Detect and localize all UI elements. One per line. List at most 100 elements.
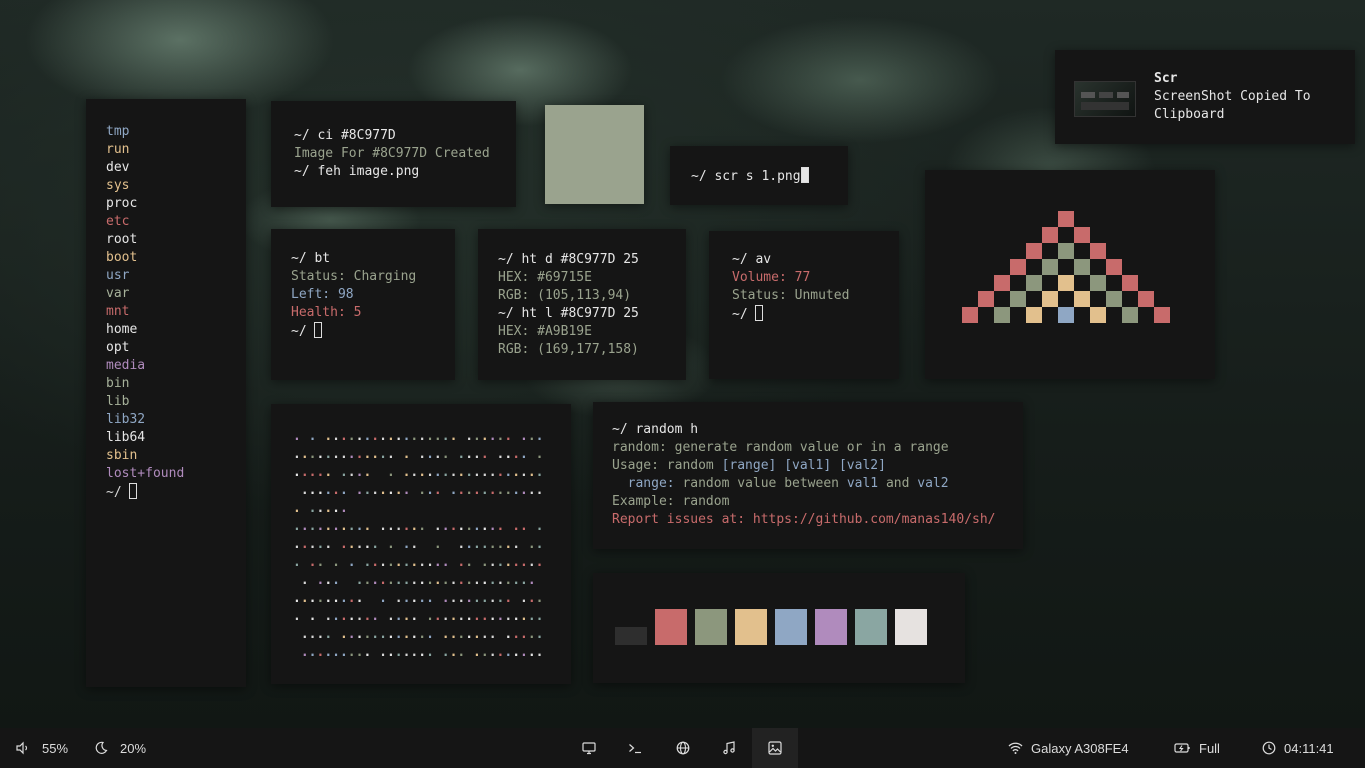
pixel [1026, 307, 1042, 323]
av-volume: Volume: 77 [732, 270, 811, 285]
notification-thumbnail [1074, 81, 1136, 117]
pixel [1106, 291, 1122, 307]
pixel-pyramid-art [962, 211, 1170, 339]
dot-row: . ..... [293, 501, 348, 516]
image-icon [768, 741, 782, 755]
directory-entry: lib32 [106, 412, 146, 427]
directory-entry: sbin [106, 448, 138, 463]
scr-command: ~/ scr s 1.png [691, 167, 827, 186]
dot-row: ..... .... . .................. [293, 465, 544, 480]
terminal-directory-list[interactable]: tmp run dev sys proc etc root boot usr var mnt home… [86, 99, 246, 687]
random-example: Example: random [612, 494, 730, 509]
dot-row: ..... ..... . .. . ........ .. [293, 537, 544, 552]
pixel [1074, 259, 1090, 275]
pixel [1026, 243, 1042, 259]
terminal-cursor [800, 167, 809, 183]
directory-entry: dev [106, 160, 130, 175]
terminal-color-image[interactable]: ~/ ci #8C977D Image For #8C977D Created … [271, 101, 516, 207]
pixel [1074, 291, 1090, 307]
pixel [1010, 259, 1026, 275]
image-preview-window[interactable] [545, 105, 644, 204]
brightness-value: 20% [120, 740, 147, 756]
terminal-color-palette[interactable] [593, 573, 965, 683]
terminal-audio[interactable]: ~/ av Volume: 77 Status: Unmuted ~/ [709, 231, 899, 379]
terminal-hex-tool[interactable]: ~/ ht d #8C977D 25 HEX: #69715E RGB: (10… [478, 229, 686, 380]
colored-dots-art: . . ................. ...... ...........… [293, 428, 549, 662]
directory-entry: run [106, 142, 130, 157]
av-prompt: ~/ [732, 305, 876, 324]
battery-indicator[interactable]: Full [1174, 728, 1220, 768]
clock[interactable]: 04:11:41 [1262, 728, 1334, 768]
terminal-screenshot[interactable]: ~/ scr s 1.png [670, 146, 848, 205]
pixel [1058, 211, 1074, 227]
directory-entry: lost+found [106, 466, 185, 481]
directory-entry: root [106, 232, 138, 247]
pixel [1042, 259, 1058, 275]
dot-row: . . ....... .... ............... [293, 609, 544, 624]
workspace-2[interactable] [612, 728, 658, 768]
notification-title: Scr [1154, 71, 1178, 86]
bt-left: Left: 98 [291, 287, 354, 302]
music-icon [722, 741, 736, 755]
pixel [1122, 307, 1138, 323]
terminal-dots-art[interactable]: . . ................. ...... ...........… [271, 404, 571, 684]
pixel [994, 307, 1010, 323]
palette-swatch [815, 609, 847, 645]
ht-dark-hex: HEX: #69715E [498, 270, 592, 285]
dot-row: . ... ....................... [300, 573, 536, 588]
volume-indicator[interactable]: 55% [16, 728, 68, 768]
workspace-3[interactable] [660, 728, 706, 768]
screenshot-notification[interactable]: Scr ScreenShot Copied To Clipboard [1055, 50, 1355, 144]
directory-entry: usr [106, 268, 130, 283]
pixel [1058, 307, 1074, 323]
pixel [1058, 275, 1074, 291]
terminal-icon [628, 741, 642, 755]
directory-entry: lib [106, 394, 130, 409]
pixel [1138, 291, 1154, 307]
random-description: random: generate random value or in a ra… [612, 440, 949, 455]
notification-body-line1: ScreenShot Copied To [1154, 89, 1311, 104]
terminal-cursor [129, 483, 138, 499]
terminal-battery[interactable]: ~/ bt Status: Charging Left: 98 Health: … [271, 229, 455, 380]
workspace-1[interactable] [566, 728, 612, 768]
pixel [978, 291, 994, 307]
workspace-5[interactable] [752, 728, 798, 768]
terminal-pixel-art[interactable] [925, 170, 1215, 379]
dot-row: .... ............ ....... ..... [300, 627, 544, 642]
brightness-indicator[interactable]: 20% [94, 728, 146, 768]
directory-entry: boot [106, 250, 138, 265]
pixel [1090, 307, 1106, 323]
battery-charging-icon [1174, 741, 1191, 755]
palette-swatch [655, 609, 687, 645]
pixel [1042, 227, 1058, 243]
palette-swatch [615, 627, 647, 645]
pixel [1042, 291, 1058, 307]
palette-swatch [735, 609, 767, 645]
pixel [962, 307, 978, 323]
notification-body-line2: Clipboard [1154, 107, 1225, 122]
directory-entry: tmp [106, 124, 130, 139]
dirlist-prompt: ~/ [106, 483, 226, 502]
bt-health: Health: 5 [291, 305, 362, 320]
terminal-random-help[interactable]: ~/ random h random: generate random valu… [593, 402, 1023, 549]
wifi-indicator[interactable]: Galaxy A308FE4 [1008, 728, 1129, 768]
wifi-network-name: Galaxy A308FE4 [1031, 740, 1129, 756]
palette-swatch [855, 609, 887, 645]
pixel [1090, 275, 1106, 291]
directory-entry: var [106, 286, 130, 301]
dot-row: ......... ....... ... ......... [300, 645, 544, 660]
ht-dark-command: ~/ ht d #8C977D 25 [498, 252, 639, 267]
directory-entry: etc [106, 214, 130, 229]
pixel [1026, 275, 1042, 291]
dot-row: ......... . ..... ......... ... [293, 591, 544, 606]
ht-light-rgb: RGB: (169,177,158) [498, 342, 639, 357]
clock-time: 04:11:41 [1284, 740, 1334, 756]
workspace-4[interactable] [706, 728, 752, 768]
pixel [1154, 307, 1170, 323]
palette-swatch [775, 609, 807, 645]
pixel [1074, 227, 1090, 243]
ci-command: ~/ ci #8C977D [294, 128, 396, 143]
monitor-icon [582, 741, 596, 755]
dot-row: . .. . . ........... .. ........ [293, 555, 544, 570]
terminal-cursor [755, 305, 764, 321]
